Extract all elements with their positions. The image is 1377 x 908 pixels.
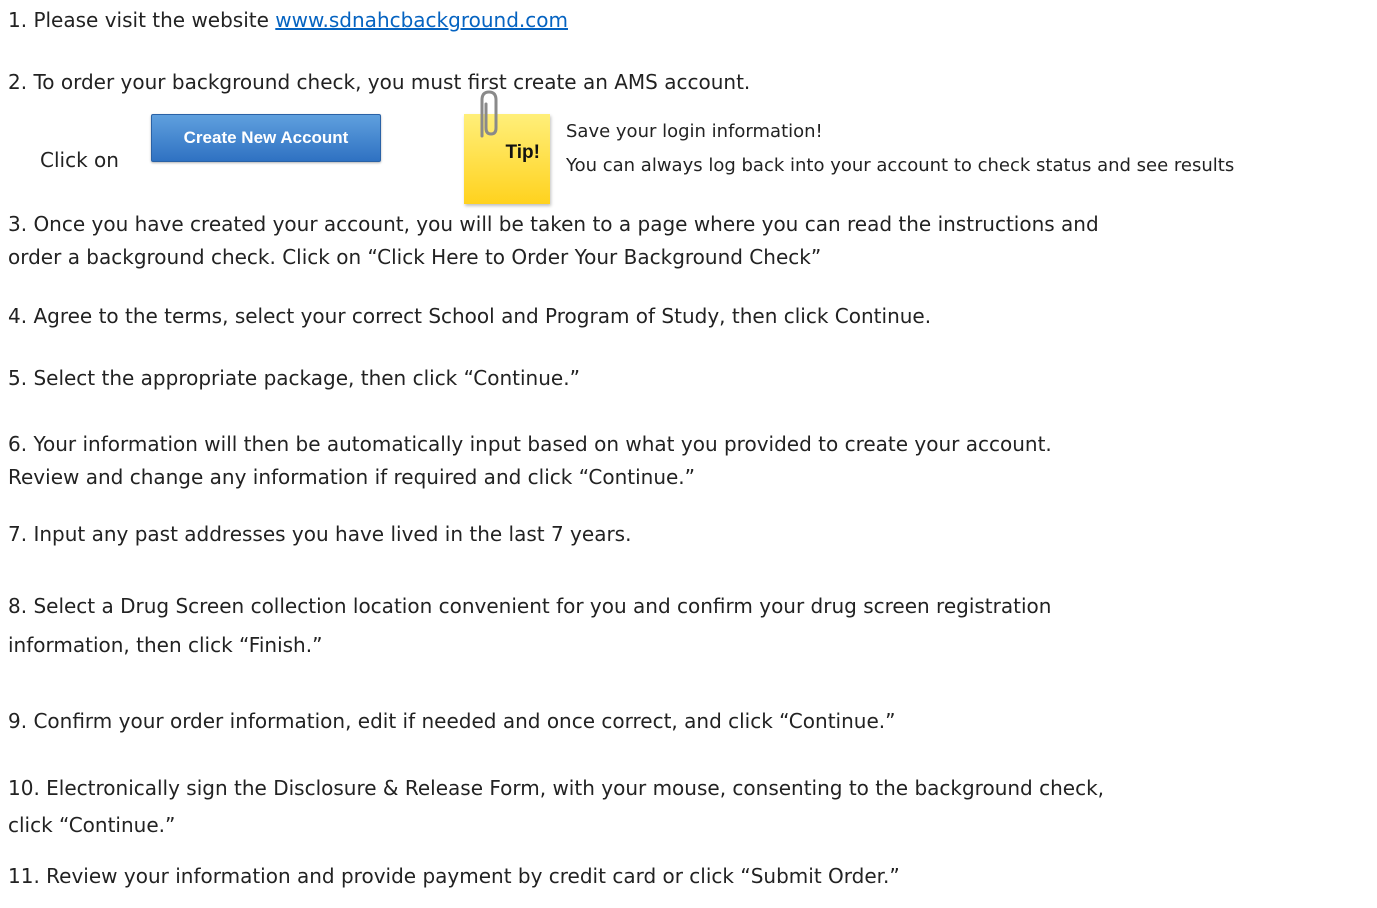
website-link[interactable]: www.sdnahcbackground.com (275, 8, 568, 32)
step-1: 1. Please visit the website www.sdnahcba… (8, 8, 568, 32)
step-2: 2. To order your background check, you m… (8, 70, 751, 94)
step-3: 3. Once you have created your account, y… (8, 212, 1099, 269)
click-on-label: Click on (40, 148, 119, 172)
tip-note: Tip! (464, 90, 550, 204)
step-7: 7. Input any past addresses you have liv… (8, 522, 632, 546)
step-6: 6. Your information will then be automat… (8, 432, 1052, 489)
tip-line-2: You can always log back into your accoun… (566, 155, 1235, 176)
step-11: 11. Review your information and provide … (8, 864, 900, 888)
step-10: 10. Electronically sign the Disclosure &… (8, 776, 1105, 837)
step-8: 8. Select a Drug Screen collection locat… (8, 594, 1052, 657)
create-new-account-button[interactable]: Create New Account (151, 114, 381, 162)
paperclip-icon (480, 90, 498, 138)
step-9: 9. Confirm your order information, edit … (8, 709, 896, 733)
tip-line-1: Save your login information! (566, 121, 823, 142)
step-5: 5. Select the appropriate package, then … (8, 366, 580, 390)
step-4: 4. Agree to the terms, select your corre… (8, 304, 932, 328)
tip-label: Tip! (505, 142, 540, 163)
